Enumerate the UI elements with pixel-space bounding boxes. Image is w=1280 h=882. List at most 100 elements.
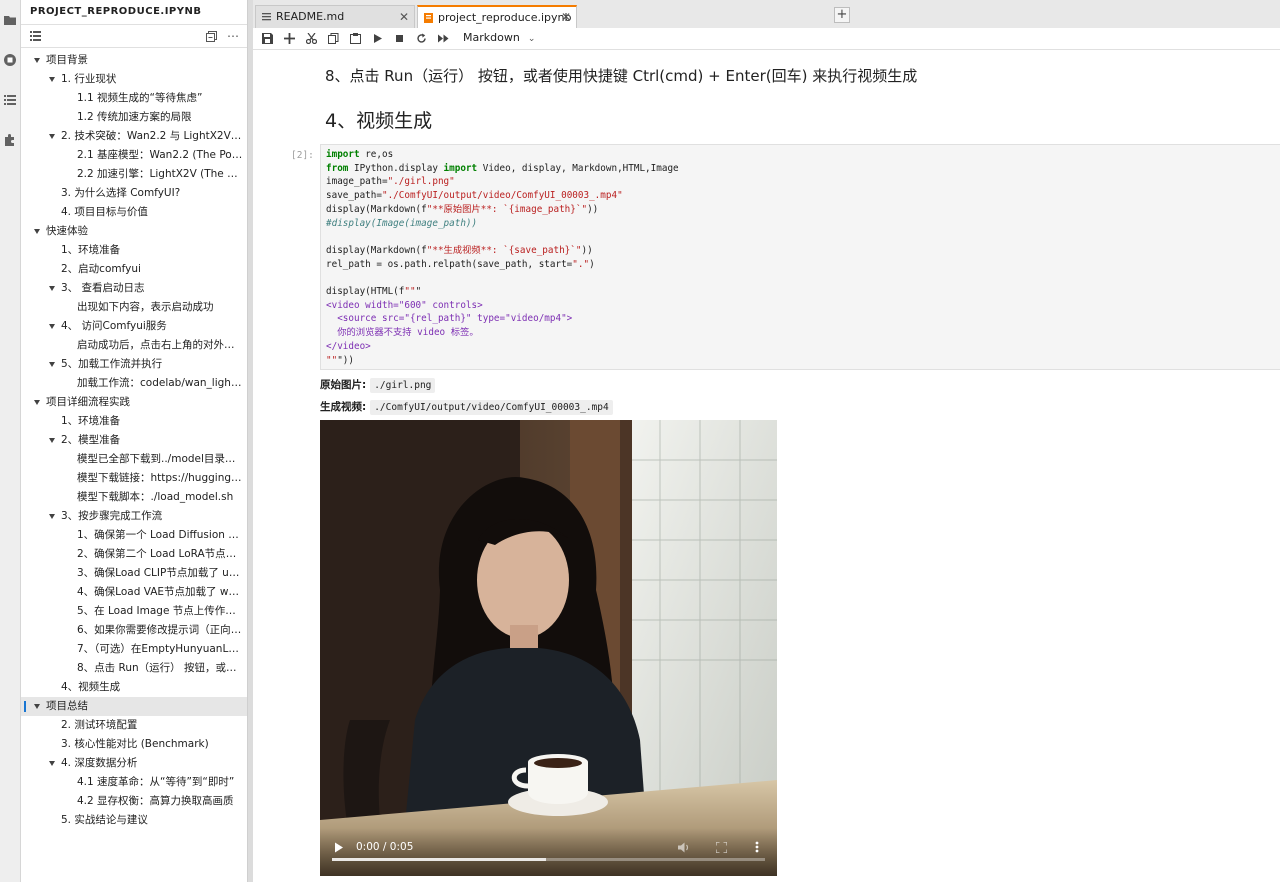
close-icon[interactable]: ✕ bbox=[561, 7, 571, 28]
toc-item[interactable]: 7、（可选）在EmptyHunyuanLate... bbox=[21, 640, 247, 659]
fullscreen-icon[interactable] bbox=[715, 841, 728, 856]
toc-item-label: 3、按步骤完成工作流 bbox=[61, 510, 163, 522]
toc-item[interactable]: 3、确保Load CLIP节点加载了 umt... bbox=[21, 564, 247, 583]
toc-item[interactable]: 2、启动comfyui bbox=[21, 260, 247, 279]
code-cell-editor[interactable]: import re,os from IPython.display import… bbox=[320, 144, 1280, 370]
more-options-icon[interactable]: ⋯ bbox=[225, 28, 241, 44]
toc-item[interactable]: 2.2 加速引擎：LightX2V (The Spe... bbox=[21, 165, 247, 184]
more-options-icon[interactable] bbox=[755, 841, 759, 856]
caret-down-icon[interactable] bbox=[49, 324, 55, 329]
volume-icon[interactable] bbox=[678, 842, 691, 856]
caret-down-icon[interactable] bbox=[49, 514, 55, 519]
toc-item[interactable]: 5. 实战结论与建议 bbox=[21, 811, 247, 830]
caret-down-icon[interactable] bbox=[49, 134, 55, 139]
running-kernels-icon[interactable] bbox=[0, 40, 20, 80]
caret-down-icon[interactable] bbox=[34, 58, 40, 63]
toc-item[interactable]: 4.1 速度革命：从“等待”到“即时” bbox=[21, 773, 247, 792]
output-original-image: 原始图片: ./girl.png bbox=[320, 377, 436, 393]
paste-icon[interactable] bbox=[348, 31, 362, 45]
toc-item[interactable]: 快速体验 bbox=[21, 222, 247, 241]
toc-item[interactable]: 1.2 传统加速方案的局限 bbox=[21, 108, 247, 127]
caret-down-icon[interactable] bbox=[34, 704, 40, 709]
toc-item-label: 模型下载脚本：./load_model.sh bbox=[77, 491, 234, 503]
toc-item[interactable]: 1.1 视频生成的“等待焦虑” bbox=[21, 89, 247, 108]
tab-readme[interactable]: README.md ✕ bbox=[255, 5, 415, 28]
toc-item[interactable]: 3. 核心性能对比 (Benchmark) bbox=[21, 735, 247, 754]
toc-panel: PROJECT_REPRODUCE.IPYNB ⋯ 项目背景 1. 行业现状 1.1… bbox=[21, 0, 248, 882]
toc-item[interactable]: 启动成功后，点击右上角的对外服务... bbox=[21, 336, 247, 355]
toc-item[interactable]: 6、如果你需要修改提示词（正向及... bbox=[21, 621, 247, 640]
restart-icon[interactable] bbox=[414, 31, 428, 45]
toc-item[interactable]: 加载工作流：codelab/wan_lightx2... bbox=[21, 374, 247, 393]
toc-item[interactable]: 3、 查看启动日志 bbox=[21, 279, 247, 298]
toc-title: PROJECT_REPRODUCE.IPYNB bbox=[21, 0, 247, 25]
new-tab-button[interactable]: + bbox=[834, 7, 850, 23]
file-browser-icon[interactable] bbox=[0, 0, 20, 40]
toc-item[interactable]: 模型下载脚本：./load_model.sh bbox=[21, 488, 247, 507]
toc-item-label: 5. 实战结论与建议 bbox=[61, 814, 148, 826]
toc-item[interactable]: 1. 行业现状 bbox=[21, 70, 247, 89]
run-icon[interactable] bbox=[370, 31, 384, 45]
toc-item[interactable]: 项目总结 bbox=[21, 697, 247, 716]
stop-icon[interactable] bbox=[392, 31, 406, 45]
toc-item[interactable]: 项目背景 bbox=[21, 51, 247, 70]
toc-item[interactable]: 1、确保第一个 Load Diffusion Mo... bbox=[21, 526, 247, 545]
numbering-toggle-icon[interactable] bbox=[27, 28, 43, 44]
add-cell-icon[interactable] bbox=[282, 31, 296, 45]
video-player[interactable]: 0:00 / 0:05 bbox=[320, 420, 777, 876]
notebook-file-icon bbox=[424, 13, 433, 23]
toc-item[interactable]: 5、在 Load Image 节点上传作为起... bbox=[21, 602, 247, 621]
toc-item[interactable]: 1、环境准备 bbox=[21, 241, 247, 260]
toc-item[interactable]: 8、点击 Run（运行） 按钮，或者... bbox=[21, 659, 247, 678]
tab-notebook[interactable]: project_reproduce.ipynb ✕ bbox=[417, 5, 577, 29]
toc-item[interactable]: 4.2 显存权衡：高算力换取高画质 bbox=[21, 792, 247, 811]
toc-item-label: 3. 核心性能对比 (Benchmark) bbox=[61, 738, 209, 750]
caret-down-icon[interactable] bbox=[49, 362, 55, 367]
caret-down-icon[interactable] bbox=[34, 400, 40, 405]
toc-item[interactable]: 4. 项目目标与价值 bbox=[21, 203, 247, 222]
play-icon[interactable] bbox=[334, 842, 344, 856]
code-content: import re,os from IPython.display import… bbox=[326, 149, 679, 366]
toc-item-label: 3. 为什么选择 ComfyUI? bbox=[61, 187, 181, 199]
copy-icon[interactable] bbox=[326, 31, 340, 45]
toc-item[interactable]: 3、按步骤完成工作流 bbox=[21, 507, 247, 526]
toc-item[interactable]: 项目详细流程实践 bbox=[21, 393, 247, 412]
toc-item[interactable]: 2.1 基座模型：Wan2.2 (The Power... bbox=[21, 146, 247, 165]
chevron-down-icon: ⌄ bbox=[527, 34, 536, 44]
toc-item[interactable]: 2. 测试环境配置 bbox=[21, 716, 247, 735]
run-all-icon[interactable] bbox=[436, 31, 450, 45]
toc-item-label: 1. 行业现状 bbox=[61, 73, 117, 85]
toc-item-label: 2.2 加速引擎：LightX2V (The Spe... bbox=[77, 168, 243, 180]
toc-item-label: 3、确保Load CLIP节点加载了 umt... bbox=[77, 567, 243, 579]
caret-down-icon[interactable] bbox=[34, 229, 40, 234]
toc-item[interactable]: 模型已全部下载到../model目录下，... bbox=[21, 450, 247, 469]
video-progress bbox=[332, 858, 547, 861]
cut-icon[interactable] bbox=[304, 31, 318, 45]
caret-down-icon[interactable] bbox=[49, 286, 55, 291]
toc-item[interactable]: 模型下载链接：https://huggingfac... bbox=[21, 469, 247, 488]
caret-down-icon[interactable] bbox=[49, 438, 55, 443]
cell-type-dropdown[interactable]: Markdown ⌄ bbox=[463, 30, 535, 46]
toc-item[interactable]: 4、视频生成 bbox=[21, 678, 247, 697]
toc-item[interactable]: 2. 技术突破：Wan2.2 与 LightX2V 的... bbox=[21, 127, 247, 146]
toc-item[interactable]: 1、环境准备 bbox=[21, 412, 247, 431]
video-seek-bar[interactable] bbox=[332, 858, 765, 861]
toc-item[interactable]: 4、确保Load VAE节点加载了 wan_... bbox=[21, 583, 247, 602]
collapse-all-icon[interactable] bbox=[203, 28, 219, 44]
close-icon[interactable]: ✕ bbox=[399, 6, 409, 28]
extensions-icon[interactable] bbox=[0, 120, 20, 160]
toc-item[interactable]: 4、 访问Comfyui服务 bbox=[21, 317, 247, 336]
save-icon[interactable] bbox=[260, 31, 274, 45]
toc-item[interactable]: 5、加载工作流并执行 bbox=[21, 355, 247, 374]
toc-item[interactable]: 4. 深度数据分析 bbox=[21, 754, 247, 773]
toc-item-label: 2.1 基座模型：Wan2.2 (The Power... bbox=[77, 149, 243, 161]
toc-item[interactable]: 出现如下内容，表示启动成功 bbox=[21, 298, 247, 317]
caret-down-icon[interactable] bbox=[49, 77, 55, 82]
caret-down-icon[interactable] bbox=[49, 761, 55, 766]
toc-item[interactable]: 2、模型准备 bbox=[21, 431, 247, 450]
toc-item-label: 项目总结 bbox=[46, 700, 88, 712]
table-of-contents-icon[interactable] bbox=[0, 80, 20, 120]
toc-item[interactable]: 2、确保第二个 Load LoRA节点加载... bbox=[21, 545, 247, 564]
video-controls: 0:00 / 0:05 bbox=[320, 828, 777, 876]
toc-item[interactable]: 3. 为什么选择 ComfyUI? bbox=[21, 184, 247, 203]
